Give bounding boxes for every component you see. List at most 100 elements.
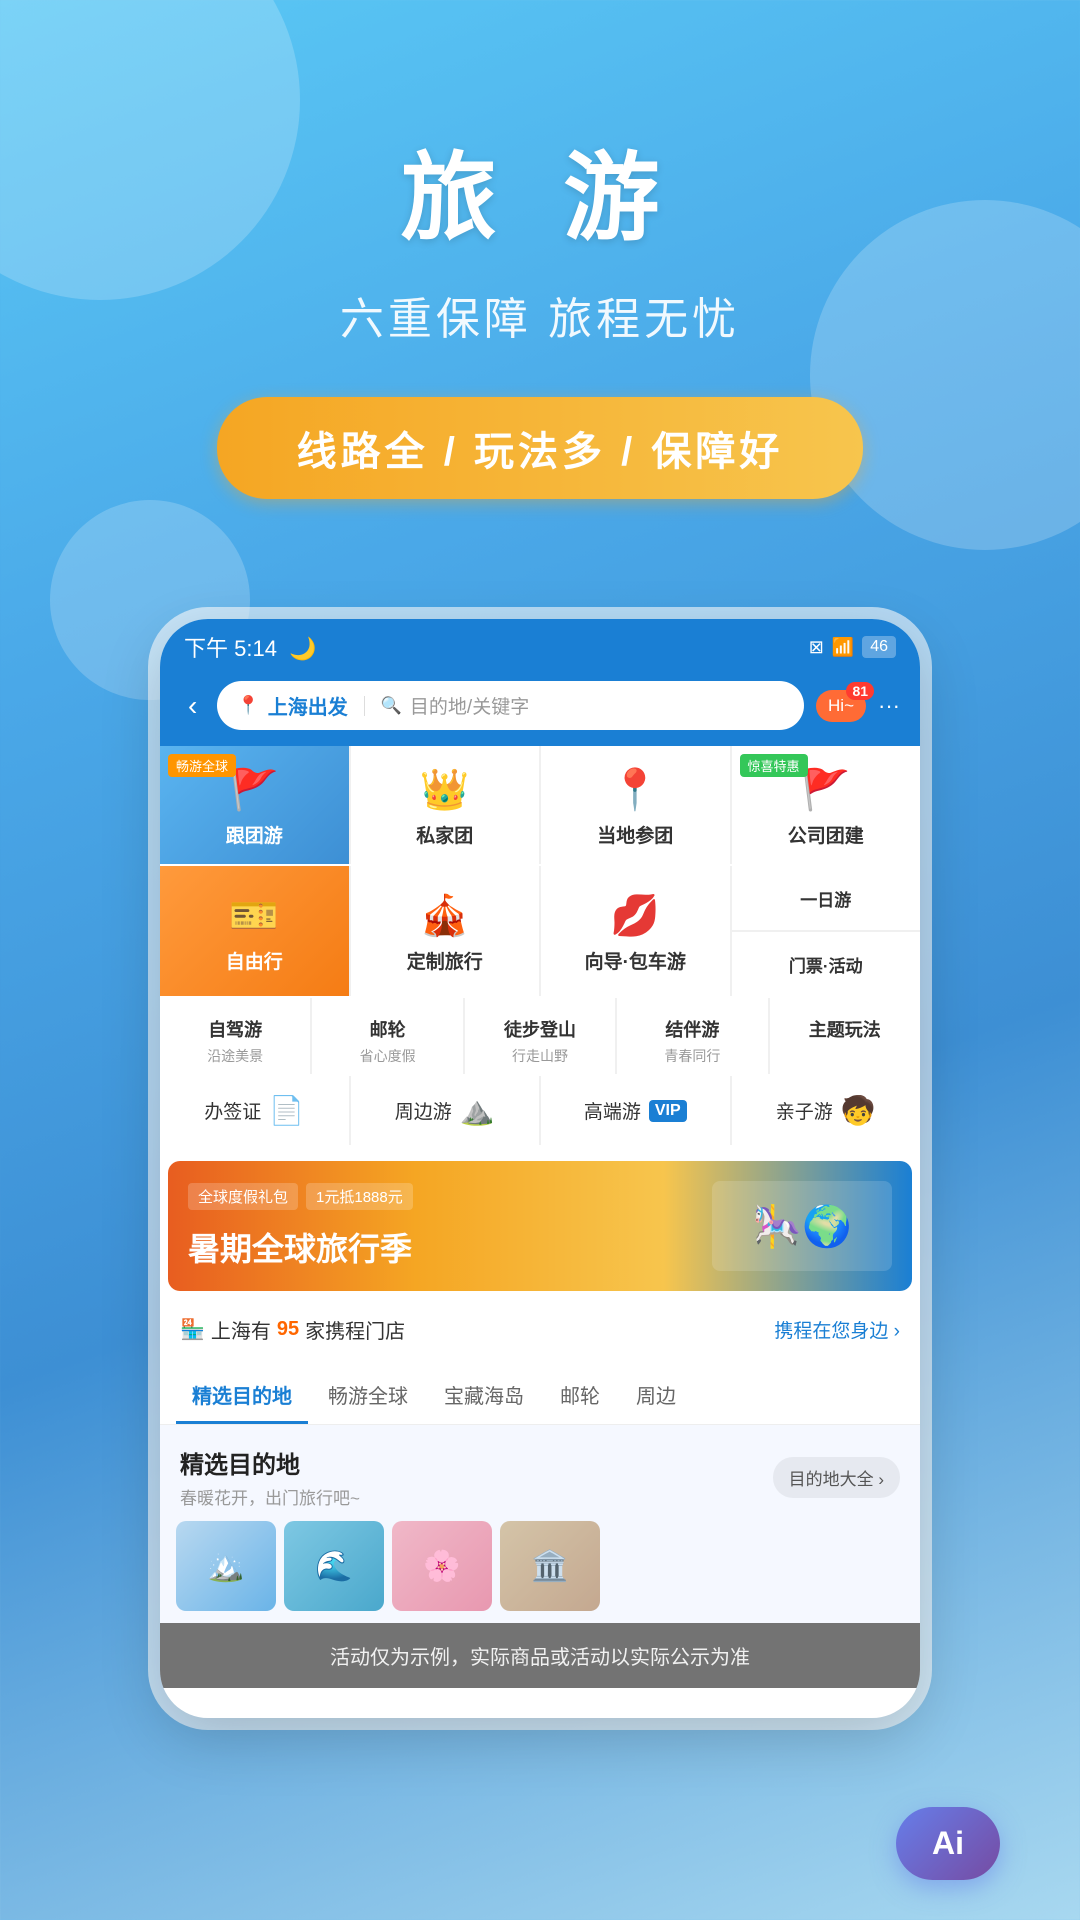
notification-badge: 81 [846,682,874,700]
grid-right-pair: 一日游 门票·活动 [732,866,921,996]
grid-cell-free-travel[interactable]: 🎫 自由行 [160,866,349,996]
day-tour-label: 一日游 [800,886,851,911]
tab-cruise[interactable]: 邮轮 [544,1368,616,1424]
service-visa[interactable]: 办签证 📄 [160,1076,349,1145]
grid-cell-group-tour[interactable]: 畅游全球 🚩 跟团游 [160,746,349,864]
guide-icon: 💋 [610,892,660,939]
private-tour-icon: 👑 [420,766,470,813]
self-drive-sub: 沿途美景 [168,1046,302,1066]
text-cell-self-drive[interactable]: 自驾游 沿途美景 [160,998,310,1074]
grid-cell-corporate[interactable]: 惊喜特惠 🚩 公司团建 [732,746,921,864]
dest-info: 精选目的地 春暖花开，出门旅行吧~ [180,1445,360,1509]
hi-button[interactable]: Hi~ 81 [816,690,866,722]
group-tour-icon: 🚩 [229,766,279,813]
free-travel-icon: 🎫 [229,892,279,939]
status-time: 下午 5:14 🌙 [184,631,316,663]
companion-sub: 青春同行 [625,1046,759,1066]
battery-icon: 46 [862,636,896,658]
search-divider [364,696,365,716]
wifi-icon: 📶 [832,637,854,658]
dest-img-2[interactable]: 🌊 [284,1521,384,1611]
dest-img-4[interactable]: 🏛️ [500,1521,600,1611]
featured-tag-畅游: 畅游全球 [168,754,236,777]
grid-cell-day-tour[interactable]: 一日游 [732,866,921,930]
dest-subtitle: 春暖花开，出门旅行吧~ [180,1484,360,1509]
dest-images: 🏔️ 🌊 🌸 🏛️ [160,1521,920,1623]
cruise-sub: 省心度假 [320,1046,454,1066]
text-cell-theme[interactable]: 主题玩法 [770,998,920,1074]
service-luxury[interactable]: 高端游 VIP [541,1076,730,1145]
grid-row-2: 🎫 自由行 🎪 定制旅行 💋 向导·包车游 一日游 门票·活动 [160,866,920,996]
custom-icon: 🎪 [420,892,470,939]
store-info: 🏪 上海有 95 家携程门店 携程在您身边 › [160,1299,920,1360]
store-text: 🏪 上海有 95 家携程门店 [180,1315,405,1344]
guide-label: 向导·包车游 [585,947,686,974]
back-button[interactable]: ‹ [180,686,205,726]
hero-section: 旅 游 六重保障 旅程无忧 线路全 / 玩法多 / 保障好 [0,0,1080,559]
destinations-header: 精选目的地 春暖花开，出门旅行吧~ 目的地大全 › [160,1425,920,1521]
featured-tag-惊喜: 惊喜特惠 [740,754,808,777]
tab-nearby[interactable]: 周边 [620,1368,692,1424]
disclaimer-text: 活动仅为示例，实际商品或活动以实际公示为准 [178,1641,902,1670]
grid-cell-private-tour[interactable]: 👑 私家团 [351,746,540,864]
service-row: 办签证 📄 周边游 ⛰️ 高端游 VIP 亲子游 🧒 [160,1076,920,1145]
luxury-icon: VIP [649,1100,687,1122]
phone-frame: 下午 5:14 🌙 ⊠ 📶 46 ‹ 📍 上海出发 🔍 目的地/关键字 Hi~ [160,619,920,1718]
banner-tag2: 1元抵1888元 [306,1183,413,1210]
service-nearby[interactable]: 周边游 ⛰️ [351,1076,540,1145]
hiking-sub: 行走山野 [473,1046,607,1066]
grid-cell-custom[interactable]: 🎪 定制旅行 [351,866,540,996]
family-label: 亲子游 [776,1097,833,1124]
tab-global[interactable]: 畅游全球 [312,1368,424,1424]
more-button[interactable]: ··· [878,693,900,719]
text-row: 自驾游 沿途美景 邮轮 省心度假 徒步登山 行走山野 结伴游 青春同行 主题玩法 [160,998,920,1074]
custom-label: 定制旅行 [407,947,483,974]
promo-banner[interactable]: 全球度假礼包 1元抵1888元 暑期全球旅行季 🎠🌍 [168,1161,912,1291]
nav-actions: Hi~ 81 ··· [816,690,900,722]
banner-text: 全球度假礼包 1元抵1888元 暑期全球旅行季 [188,1183,712,1270]
tabs-row: 精选目的地 畅游全球 宝藏海岛 邮轮 周边 [160,1360,920,1425]
store-count: 95 [277,1318,299,1341]
group-tour-label: 跟团游 [226,821,283,848]
text-cell-hiking[interactable]: 徒步登山 行走山野 [465,998,615,1074]
dest-all-button[interactable]: 目的地大全 › [773,1457,900,1498]
grid-cell-tickets[interactable]: 门票·活动 [732,932,921,996]
private-tour-label: 私家团 [416,821,473,848]
grid-cell-guide[interactable]: 💋 向导·包车游 [541,866,730,996]
family-icon: 🧒 [841,1094,876,1127]
store-link[interactable]: 携程在您身边 › [774,1316,900,1343]
nearby-icon: ⛰️ [460,1094,495,1127]
tickets-label: 门票·活动 [789,952,863,977]
text-cell-cruise[interactable]: 邮轮 省心度假 [312,998,462,1074]
grid-row-1: 畅游全球 🚩 跟团游 👑 私家团 📍 当地参团 惊喜特惠 🚩 公司团建 [160,746,920,864]
search-origin: 上海出发 [268,691,348,720]
text-cell-companion[interactable]: 结伴游 青春同行 [617,998,767,1074]
dest-img-1[interactable]: 🏔️ [176,1521,276,1611]
dest-title: 精选目的地 [180,1445,360,1480]
theme-label: 主题玩法 [778,1016,912,1042]
status-icons: ⊠ 📶 46 [809,636,896,658]
location-icon: 📍 [237,695,259,716]
phone-wrapper: 下午 5:14 🌙 ⊠ 📶 46 ‹ 📍 上海出发 🔍 目的地/关键字 Hi~ [0,619,1080,1718]
search-destination: 目的地/关键字 [410,692,529,719]
screen-icon: ⊠ [809,637,824,658]
app-subtitle: 六重保障 旅程无忧 [0,283,1080,347]
search-bar[interactable]: 📍 上海出发 🔍 目的地/关键字 [217,681,804,730]
search-icon: 🔍 [381,696,402,716]
dest-img-3[interactable]: 🌸 [392,1521,492,1611]
corporate-icon: 🚩 [801,766,851,813]
tab-island[interactable]: 宝藏海岛 [428,1368,540,1424]
moon-icon: 🌙 [289,636,316,661]
corporate-label: 公司团建 [788,821,864,848]
tab-featured[interactable]: 精选目的地 [176,1368,308,1424]
luxury-label: 高端游 [584,1097,641,1124]
grid-cell-local-tour[interactable]: 📍 当地参团 [541,746,730,864]
ai-button[interactable]: Ai [896,1807,1000,1880]
store-icon: 🏪 [180,1317,205,1342]
banner-tag1: 全球度假礼包 [188,1183,298,1210]
service-family[interactable]: 亲子游 🧒 [732,1076,921,1145]
hiking-label: 徒步登山 [473,1016,607,1042]
disclaimer: 活动仅为示例，实际商品或活动以实际公示为准 [160,1623,920,1688]
app-title: 旅 游 [0,120,1080,259]
companion-label: 结伴游 [625,1016,759,1042]
